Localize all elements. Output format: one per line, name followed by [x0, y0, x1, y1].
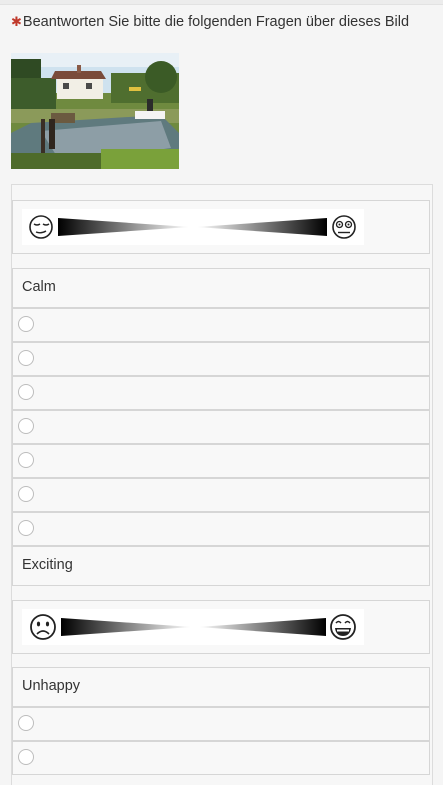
radio-button-2[interactable]	[18, 749, 34, 765]
left-gradient-wedge	[61, 618, 192, 636]
emotion-scale-2	[22, 609, 364, 645]
option-row	[12, 376, 430, 410]
left-gradient-wedge	[58, 218, 190, 236]
grinning-face-icon	[330, 614, 356, 640]
relieved-face-icon	[29, 215, 53, 239]
option-row	[12, 342, 430, 376]
frowning-face-icon	[30, 614, 56, 640]
item-row-unhappy: Unhappy	[12, 667, 430, 707]
radio-button-3[interactable]	[18, 384, 34, 400]
right-gradient-wedge	[196, 218, 327, 236]
option-row	[12, 707, 430, 741]
radio-button-1[interactable]	[18, 316, 34, 332]
question-title: ✱Beantworten Sie bitte die folgenden Fra…	[11, 14, 436, 30]
item-row-calm: Calm	[12, 268, 430, 308]
right-gradient-wedge	[198, 618, 326, 636]
option-row	[12, 308, 430, 342]
option-row	[12, 410, 430, 444]
item-label: Unhappy	[22, 678, 81, 694]
item-row-exciting: Exciting	[12, 546, 430, 586]
radio-button-4[interactable]	[18, 418, 34, 434]
radio-button-5[interactable]	[18, 452, 34, 468]
option-row	[12, 741, 430, 775]
item-label: Exciting	[22, 557, 73, 573]
wide-eyed-face-icon	[332, 215, 356, 239]
scale-row-1	[12, 200, 430, 254]
radio-button-1[interactable]	[18, 715, 34, 731]
item-label: Calm	[22, 279, 56, 295]
option-row	[12, 444, 430, 478]
scale-row-2	[12, 600, 430, 654]
top-divider	[0, 0, 443, 5]
radio-button-6[interactable]	[18, 486, 34, 502]
radio-button-7[interactable]	[18, 520, 34, 536]
canal-lock-photo	[11, 53, 179, 169]
option-row	[12, 512, 430, 546]
question-text: Beantworten Sie bitte die folgenden Frag…	[22, 14, 410, 30]
emotion-scale-1	[22, 209, 364, 245]
option-row	[12, 478, 430, 512]
radio-button-2[interactable]	[18, 350, 34, 366]
required-asterisk: ✱	[11, 14, 22, 29]
